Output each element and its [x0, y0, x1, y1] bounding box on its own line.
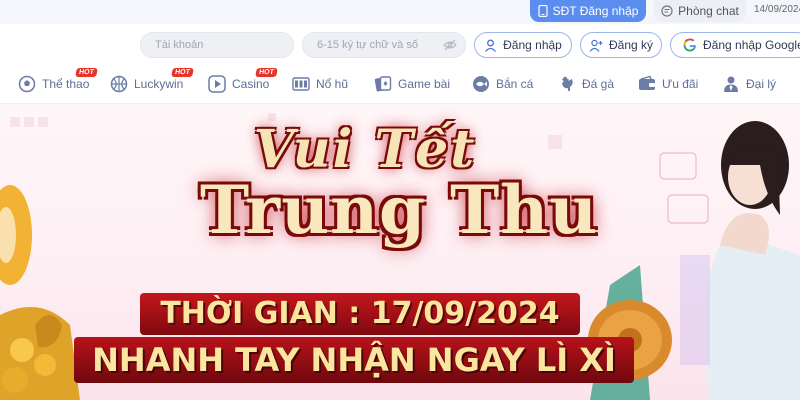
nav-label-the-thao: Thể thao: [42, 77, 90, 91]
play-icon: [208, 75, 226, 93]
chat-icon: [661, 5, 673, 17]
hot-badge: HOT: [75, 68, 98, 77]
nav-label-casino: Casino: [232, 77, 270, 91]
hot-badge: HOT: [255, 68, 278, 77]
google-icon: [683, 38, 696, 52]
login-label: Đăng nhập: [503, 38, 562, 52]
username-field[interactable]: [140, 32, 294, 58]
basketball-icon: [110, 75, 128, 93]
slot-machine-icon: [292, 77, 310, 91]
nav-item-casino[interactable]: Casino HOT: [208, 64, 278, 104]
nav-item-ban-ca[interactable]: Bắn cá: [472, 64, 533, 104]
nav-item-game-bai[interactable]: Game bài: [374, 64, 450, 104]
banner-event-date: THỜI GIAN : 17/09/2024: [140, 293, 580, 335]
phone-login-button[interactable]: SĐT Đăng nhập: [530, 0, 646, 22]
wallet-icon: [639, 75, 655, 90]
google-label: Đăng nhập Google: [703, 38, 800, 52]
nav-item-uu-dai[interactable]: Ưu đãi: [638, 64, 698, 104]
cards-icon: [374, 76, 392, 92]
phone-login-label: SĐT Đăng nhập: [552, 4, 639, 18]
login-row: Đăng nhập Đăng ký Đăng nhập Google: [0, 24, 800, 64]
add-user-icon: [589, 39, 603, 52]
chat-room-label: Phòng chat: [678, 4, 739, 18]
chat-room-button[interactable]: Phòng chat: [654, 0, 746, 22]
banner-title-main: Trung Thu: [200, 171, 599, 249]
nav-label-ban-ca: Bắn cá: [496, 77, 534, 91]
hot-badge: HOT: [171, 68, 194, 77]
nav-label-no-hu: Nổ hũ: [316, 77, 349, 91]
eye-off-icon[interactable]: [443, 39, 457, 51]
top-bar: SĐT Đăng nhập Phòng chat 14/09/2024: [0, 0, 800, 24]
main-nav: Thể thao HOT Luckywin HOT Casino HOT Nổ …: [0, 64, 800, 104]
soccer-ball-icon: [18, 75, 36, 93]
login-button[interactable]: Đăng nhập: [474, 32, 572, 58]
nav-item-luckywin[interactable]: Luckywin HOT: [110, 64, 194, 104]
register-button[interactable]: Đăng ký: [580, 32, 662, 58]
nav-item-the-thao[interactable]: Thể thao HOT: [18, 64, 98, 104]
banner-promo-text: NHANH TAY NHẬN NGAY LÌ XÌ: [74, 337, 634, 383]
user-icon: [485, 39, 497, 52]
fish-icon: [473, 76, 489, 92]
nav-label-dai-ly: Đại lý: [746, 77, 777, 91]
nav-label-da-ga: Đá gà: [582, 77, 615, 91]
username-input[interactable]: [155, 39, 293, 51]
phone-icon: [537, 5, 548, 17]
promo-banner[interactable]: Vui Tết Trung Thu THỜI GIAN : 17/09/2024…: [0, 105, 800, 400]
nav-label-luckywin: Luckywin: [134, 77, 184, 91]
nav-item-no-hu[interactable]: Nổ hũ: [292, 64, 348, 104]
password-field[interactable]: [302, 32, 466, 58]
nav-item-da-ga[interactable]: Đá gà: [558, 64, 614, 104]
google-login-button[interactable]: Đăng nhập Google: [670, 32, 800, 58]
register-label: Đăng ký: [608, 38, 654, 52]
nav-label-uu-dai: Ưu đãi: [662, 77, 699, 91]
nav-item-dai-ly[interactable]: Đại lý: [722, 64, 776, 104]
current-date: 14/09/2024: [754, 4, 800, 15]
nav-label-game-bai: Game bài: [398, 77, 451, 91]
agent-icon: [724, 76, 738, 92]
rooster-icon: [562, 76, 573, 91]
